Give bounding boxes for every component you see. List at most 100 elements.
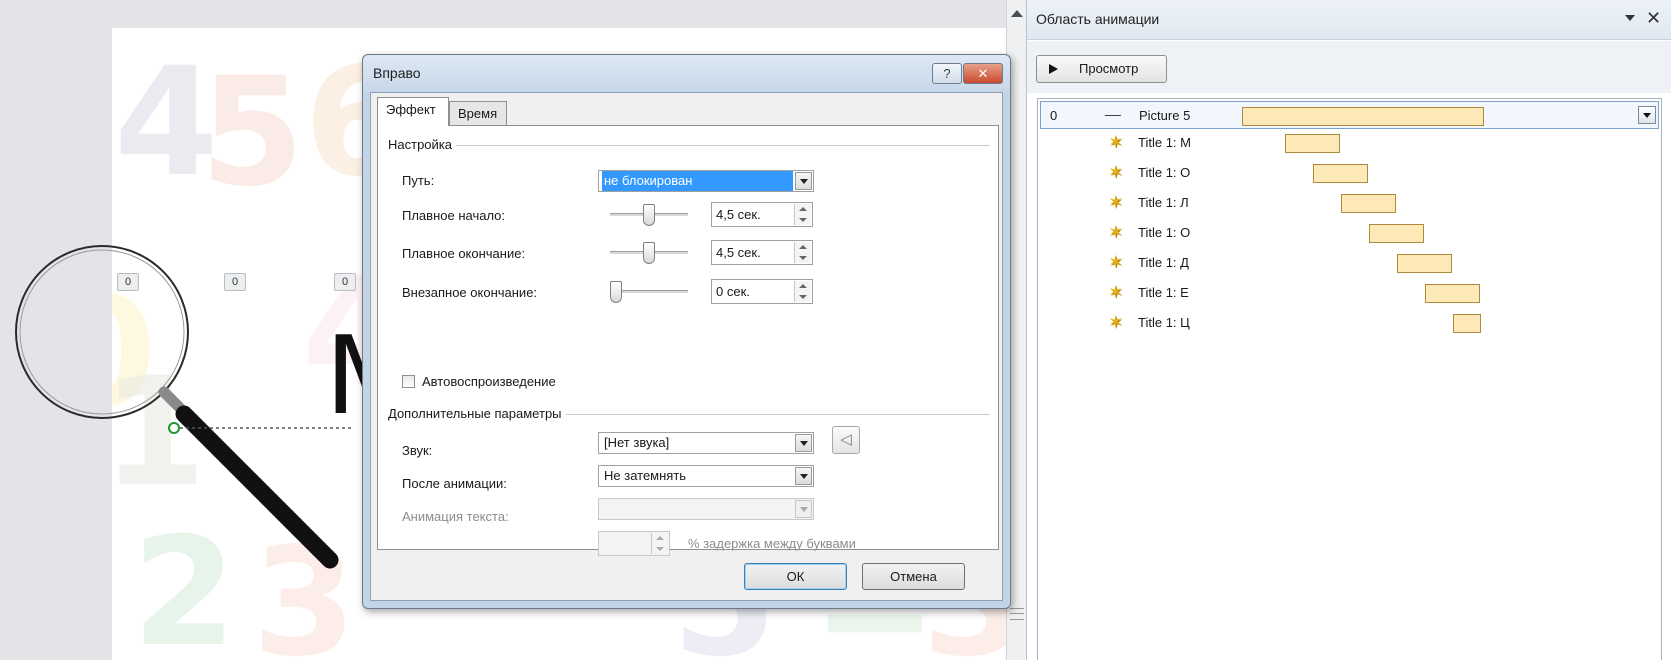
spinner-arrows-icon bbox=[651, 533, 668, 554]
animation-pane-header: Область анимации ✕ bbox=[1027, 0, 1671, 40]
enhancements-group-title: Дополнительные параметры bbox=[388, 406, 566, 421]
animation-list-item[interactable]: 0 Picture 5 bbox=[1040, 101, 1659, 129]
animation-item-name: Title 1: О bbox=[1138, 225, 1191, 240]
chevron-down-icon[interactable] bbox=[795, 434, 812, 452]
star-effect-icon: ✶ bbox=[1108, 312, 1124, 332]
settings-group-title: Настройка bbox=[388, 137, 456, 152]
timeline-bar[interactable] bbox=[1425, 284, 1480, 303]
bounce-end-value: 0 сек. bbox=[716, 284, 750, 299]
animation-list-item[interactable]: ✶ Title 1: Л bbox=[1040, 189, 1659, 217]
effect-tab-panel: Настройка Путь: не блокирован Плавное на… bbox=[377, 125, 999, 556]
smooth-end-slider-thumb[interactable] bbox=[643, 242, 655, 264]
timeline-bar[interactable] bbox=[1369, 224, 1424, 243]
smooth-start-value: 4,5 сек. bbox=[716, 207, 761, 222]
animation-list[interactable]: 0 Picture 5 ✶ Title 1: М ✶ Title 1: О ✶ … bbox=[1037, 98, 1662, 660]
autoreverse-checkbox[interactable] bbox=[402, 375, 415, 388]
animation-item-name: Title 1: Л bbox=[1138, 195, 1189, 210]
animation-list-item[interactable]: ✶ Title 1: Д bbox=[1040, 249, 1659, 277]
chevron-down-icon[interactable] bbox=[1638, 106, 1656, 124]
spinner-arrows-icon[interactable] bbox=[794, 242, 811, 263]
spinner-arrows-icon[interactable] bbox=[794, 204, 811, 225]
timeline-bar[interactable] bbox=[1242, 107, 1484, 126]
animation-step-number: 0 bbox=[1050, 108, 1058, 123]
chevron-down-icon[interactable] bbox=[795, 172, 812, 190]
speaker-volume-icon[interactable]: ◁ bbox=[832, 426, 860, 454]
timeline-bar[interactable] bbox=[1285, 134, 1340, 153]
after-animation-label: После анимации: bbox=[402, 476, 507, 491]
animation-list-item[interactable]: ✶ Title 1: О bbox=[1040, 159, 1659, 187]
effect-options-dialog: Вправо ? ✕ Эффект Время Настройка Путь: … bbox=[362, 54, 1011, 609]
help-button[interactable]: ? bbox=[932, 63, 962, 84]
animation-item-name: Title 1: О bbox=[1138, 165, 1191, 180]
timeline-bar[interactable] bbox=[1397, 254, 1452, 273]
smooth-start-spinner[interactable]: 4,5 сек. bbox=[711, 202, 813, 227]
after-animation-dropdown[interactable]: Не затемнять bbox=[598, 465, 814, 487]
star-effect-icon: ✶ bbox=[1108, 192, 1124, 212]
smooth-start-slider-thumb[interactable] bbox=[643, 204, 655, 226]
star-effect-icon: ✶ bbox=[1108, 282, 1124, 302]
bounce-end-slider-thumb[interactable] bbox=[610, 281, 622, 303]
smooth-end-slider[interactable] bbox=[610, 242, 688, 264]
animation-list-item[interactable]: ✶ Title 1: Ц bbox=[1040, 309, 1659, 337]
star-effect-icon: ✶ bbox=[1108, 222, 1124, 242]
sound-label: Звук: bbox=[402, 443, 433, 458]
animation-item-name: Title 1: Д bbox=[1138, 255, 1189, 270]
letter-delay-spinner bbox=[598, 531, 670, 556]
path-label: Путь: bbox=[402, 173, 435, 188]
animation-list-item[interactable]: ✶ Title 1: Е bbox=[1040, 279, 1659, 307]
pane-close-icon[interactable]: ✕ bbox=[1646, 8, 1661, 29]
motion-path-start-icon bbox=[168, 422, 180, 434]
autoreverse-label[interactable]: Автовоспроизведение bbox=[422, 374, 556, 389]
letter-delay-label: % задержка между буквами bbox=[688, 536, 856, 551]
play-button-label: Просмотр bbox=[1079, 61, 1139, 76]
animation-list-item[interactable]: ✶ Title 1: О bbox=[1040, 219, 1659, 247]
timeline-bar[interactable] bbox=[1313, 164, 1368, 183]
chevron-down-icon bbox=[795, 500, 812, 518]
ok-button[interactable]: ОК bbox=[744, 563, 847, 590]
bounce-end-spinner[interactable]: 0 сек. bbox=[711, 279, 813, 304]
star-effect-icon: ✶ bbox=[1108, 132, 1124, 152]
timeline-bar[interactable] bbox=[1453, 314, 1481, 333]
bounce-end-slider[interactable] bbox=[610, 281, 688, 303]
star-effect-icon: ✶ bbox=[1108, 252, 1124, 272]
cancel-button[interactable]: Отмена bbox=[862, 563, 965, 590]
sound-dropdown[interactable]: [Нет звука] bbox=[598, 432, 814, 454]
chevron-down-icon[interactable] bbox=[795, 467, 812, 485]
smooth-start-label: Плавное начало: bbox=[402, 208, 506, 223]
play-icon bbox=[1049, 64, 1058, 74]
tab-timing[interactable]: Время bbox=[449, 101, 507, 127]
animation-item-name: Picture 5 bbox=[1139, 108, 1191, 123]
spinner-arrows-icon[interactable] bbox=[794, 281, 811, 302]
sound-dropdown-value: [Нет звука] bbox=[604, 435, 670, 450]
animate-text-label: Анимация текста: bbox=[402, 509, 509, 524]
smooth-end-label: Плавное окончание: bbox=[402, 246, 526, 261]
path-dropdown-value: не блокирован bbox=[602, 171, 793, 191]
line-icon bbox=[1105, 115, 1121, 116]
animation-pane-title: Область анимации bbox=[1036, 11, 1160, 27]
tab-effect[interactable]: Эффект bbox=[377, 97, 449, 126]
path-dropdown[interactable]: не блокирован bbox=[598, 170, 814, 192]
play-button[interactable]: Просмотр bbox=[1036, 55, 1167, 83]
after-animation-dropdown-value: Не затемнять bbox=[604, 468, 687, 483]
smooth-end-value: 4,5 сек. bbox=[716, 245, 761, 260]
animate-text-dropdown bbox=[598, 498, 814, 520]
dialog-body: Эффект Время Настройка Путь: не блокиров… bbox=[370, 92, 1003, 601]
dialog-titlebar[interactable]: Вправо ? ✕ bbox=[363, 55, 1010, 91]
settings-group-divider bbox=[388, 145, 990, 146]
bounce-end-label: Внезапное окончание: bbox=[402, 285, 538, 300]
close-button[interactable]: ✕ bbox=[963, 63, 1003, 84]
animation-pane: Область анимации ✕ Просмотр 0 Picture 5 … bbox=[1026, 0, 1671, 660]
scroll-grip-icon[interactable] bbox=[1010, 608, 1024, 620]
animation-item-name: Title 1: Ц bbox=[1138, 315, 1190, 330]
scroll-up-arrow-icon[interactable] bbox=[1011, 10, 1023, 17]
animation-list-item[interactable]: ✶ Title 1: М bbox=[1040, 129, 1659, 157]
smooth-start-slider[interactable] bbox=[610, 204, 688, 226]
animation-item-name: Title 1: М bbox=[1138, 135, 1191, 150]
star-effect-icon: ✶ bbox=[1108, 162, 1124, 182]
pane-menu-chevron-icon[interactable] bbox=[1625, 15, 1635, 21]
animation-pane-toolbar: Просмотр bbox=[1027, 41, 1671, 93]
smooth-end-spinner[interactable]: 4,5 сек. bbox=[711, 240, 813, 265]
dialog-title: Вправо bbox=[373, 65, 421, 81]
timeline-bar[interactable] bbox=[1341, 194, 1396, 213]
animation-item-name: Title 1: Е bbox=[1138, 285, 1189, 300]
